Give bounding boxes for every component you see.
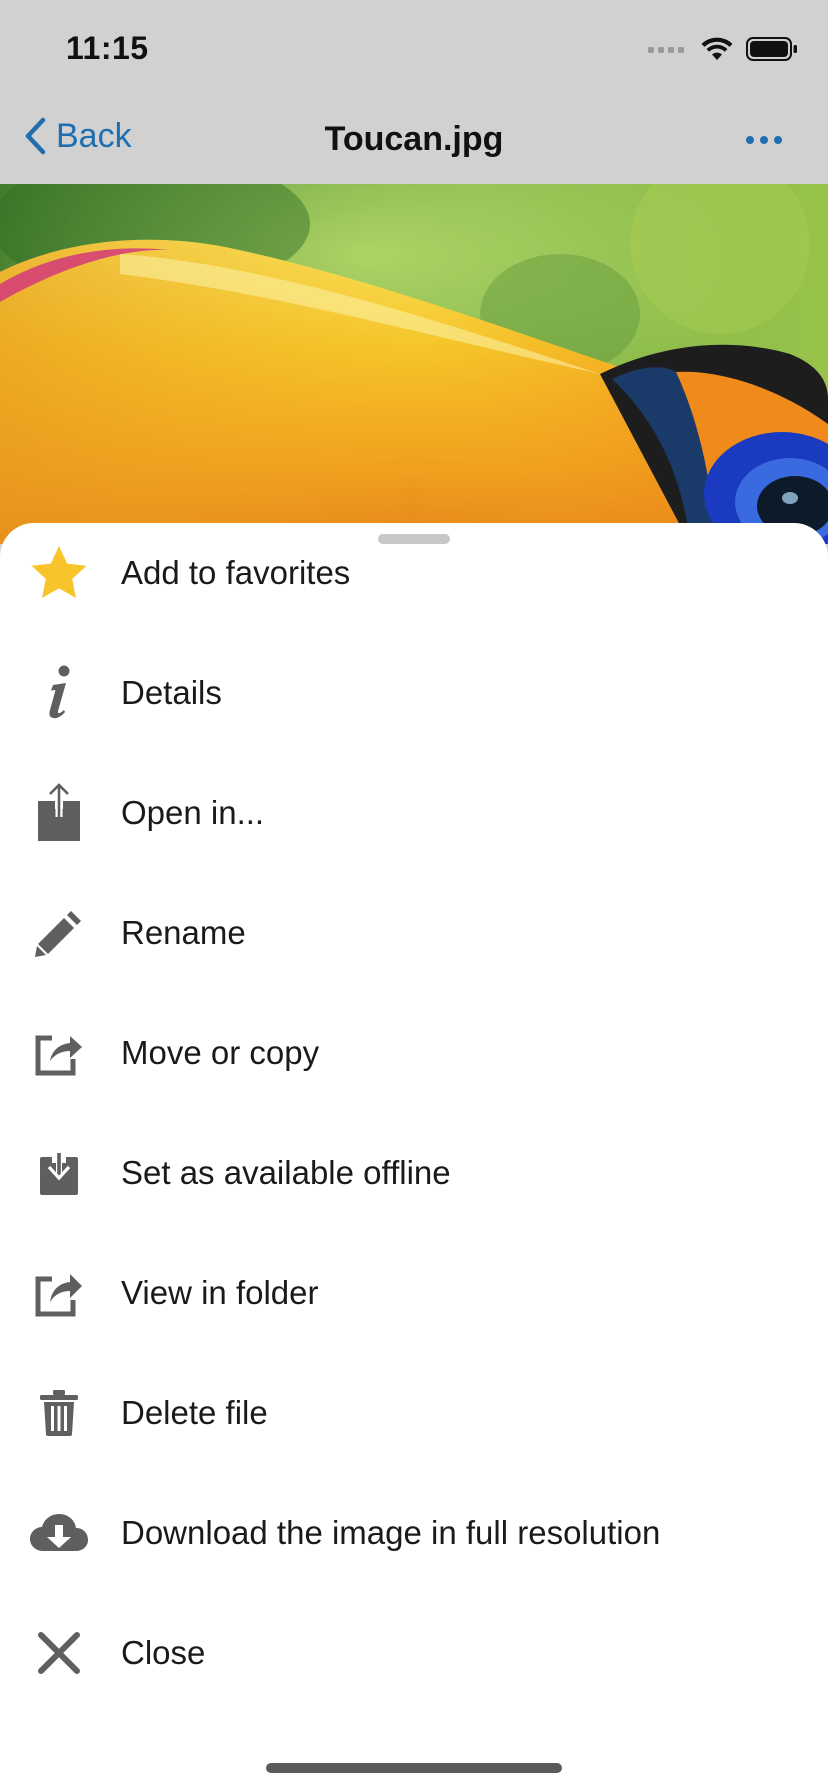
menu-item-delete-file[interactable]: Delete file: [0, 1353, 828, 1473]
menu-item-view-in-folder[interactable]: View in folder: [0, 1233, 828, 1353]
menu-item-label: Set as available offline: [121, 1154, 451, 1191]
menu-item-label: Rename: [121, 914, 246, 951]
more-options-icon[interactable]: [744, 132, 784, 148]
download-tray-icon: [26, 1140, 92, 1206]
status-time: 11:15: [66, 30, 149, 66]
menu-item-label: Download the image in full resolution: [121, 1514, 661, 1551]
close-icon: [26, 1620, 92, 1686]
wifi-icon: [701, 37, 733, 60]
menu-item-label: View in folder: [121, 1274, 319, 1311]
menu-item-download-full-resolution[interactable]: Download the image in full resolution: [0, 1473, 828, 1593]
menu-item-label: Open in...: [121, 794, 265, 831]
menu-item-label: Move or copy: [121, 1034, 320, 1071]
menu-item-rename[interactable]: Rename: [0, 873, 828, 993]
external-arrow-icon: [26, 1260, 92, 1326]
cloud-download-icon: [26, 1500, 92, 1566]
status-bar: 11:15: [0, 0, 828, 96]
menu-item-open-in[interactable]: Open in...: [0, 753, 828, 873]
page-title: Toucan.jpg: [324, 120, 504, 158]
menu-item-label: Add to favorites: [121, 554, 351, 591]
screen: 11:15 Back Toucan.jpg Add to favorites D…: [0, 0, 828, 1792]
home-indicator[interactable]: [266, 1763, 562, 1773]
menu-item-set-available-offline[interactable]: Set as available offline: [0, 1113, 828, 1233]
toucan-image: [0, 184, 828, 544]
external-arrow-icon: [26, 1020, 92, 1086]
image-preview: [0, 184, 828, 544]
menu-item-label: Close: [121, 1634, 206, 1671]
menu-item-close[interactable]: Close: [0, 1593, 828, 1713]
menu-item-label: Delete file: [121, 1394, 268, 1431]
menu-item-add-to-favorites[interactable]: Add to favorites: [0, 513, 828, 633]
menu-item-details[interactable]: Details: [0, 633, 828, 753]
trash-icon: [26, 1380, 92, 1446]
info-icon: [26, 660, 92, 726]
battery-icon: [746, 37, 797, 61]
navigation-bar: Back Toucan.jpg: [0, 96, 828, 185]
star-icon: [26, 540, 92, 606]
status-icons: [648, 36, 798, 62]
action-sheet: Add to favorites Details Open in... Rena…: [0, 523, 828, 1792]
cellular-signal-icon: [648, 47, 684, 53]
share-icon: [26, 780, 92, 846]
menu-item-move-or-copy[interactable]: Move or copy: [0, 993, 828, 1113]
pencil-icon: [26, 900, 92, 966]
menu-item-label: Details: [121, 674, 222, 711]
